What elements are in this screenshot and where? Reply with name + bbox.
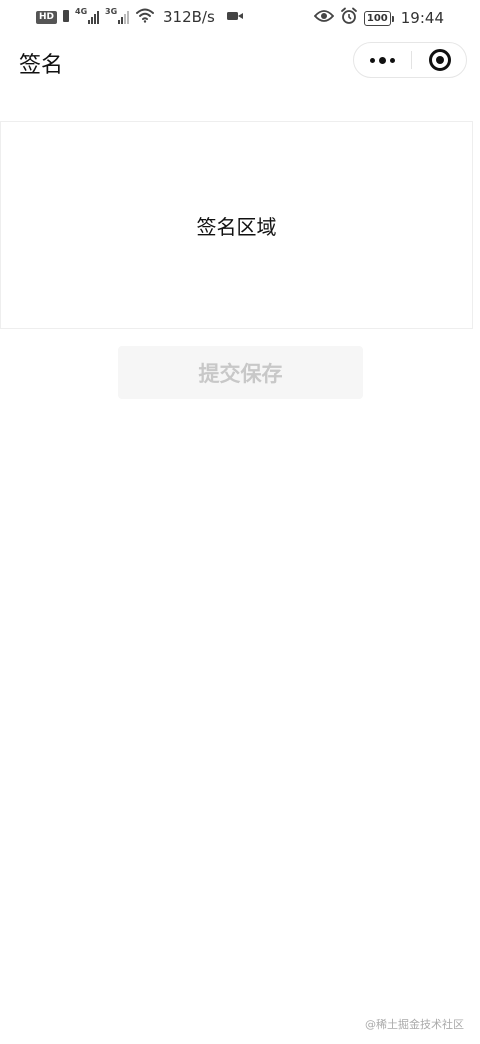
watermark: @稀土掘金技术社区	[365, 1018, 464, 1031]
sim-slot-icon	[63, 8, 70, 26]
status-right: 100 19:44	[313, 7, 444, 29]
page-title: 签名	[19, 53, 64, 78]
status-bar: HD 4G 3G 312B/s 100 19:44	[0, 0, 480, 34]
signature-canvas[interactable]: 签名区域	[0, 121, 473, 329]
submit-save-button[interactable]: 提交保存	[118, 346, 363, 399]
nav-bar: 签名	[0, 34, 480, 90]
hd-badge: HD	[36, 10, 58, 24]
network-speed: 312B/s	[163, 8, 215, 26]
mini-program-capsule	[353, 42, 467, 78]
eye-icon	[313, 9, 335, 27]
close-mini-program-button[interactable]	[412, 43, 468, 77]
screen: HD 4G 3G 312B/s 100 19:44 签名 签名区域 提交保存 @…	[0, 0, 480, 1044]
more-options-button[interactable]	[354, 43, 411, 77]
wifi-icon	[135, 7, 155, 27]
signature-placeholder: 签名区域	[196, 214, 277, 239]
status-left: HD 4G 3G 312B/s	[36, 7, 243, 27]
more-dots-icon	[370, 56, 395, 64]
signal-icon: 4G	[75, 7, 100, 25]
target-circle-icon	[429, 49, 451, 71]
status-time: 19:44	[400, 9, 444, 27]
battery-icon: 100	[363, 10, 394, 26]
signal-generation: 4G	[75, 7, 88, 16]
video-camera-icon	[226, 8, 243, 26]
signal-icon-secondary: 3G	[105, 7, 130, 25]
signal-generation-secondary: 3G	[105, 7, 118, 16]
alarm-clock-icon	[340, 7, 358, 29]
